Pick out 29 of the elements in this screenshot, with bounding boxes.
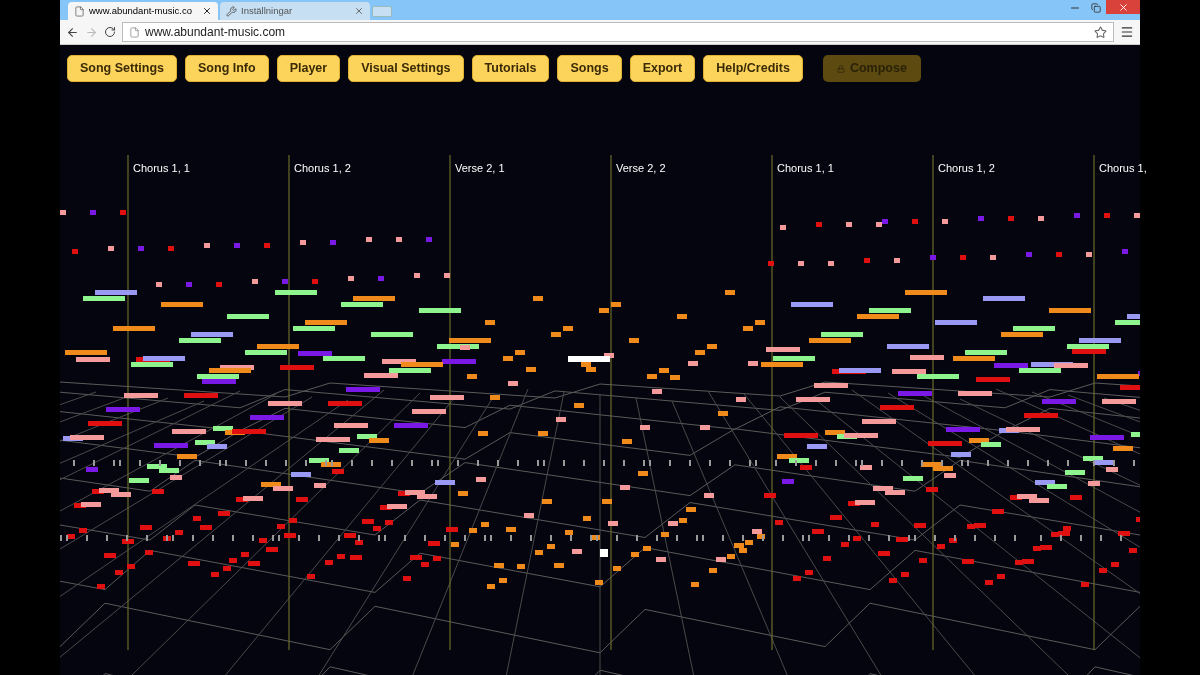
menu-button[interactable]: Player — [276, 55, 341, 82]
close-icon — [1117, 1, 1129, 13]
page-icon — [129, 26, 140, 38]
wrench-icon — [226, 5, 237, 17]
menu-button[interactable]: Songs — [557, 55, 622, 82]
menu-button[interactable]: Song Info — [185, 55, 269, 82]
menu-button[interactable]: Visual Settings — [348, 55, 464, 82]
browser-tab[interactable]: www.abundant-music.co — [68, 2, 218, 20]
menu-button[interactable]: Song Settings — [67, 55, 178, 82]
address-field[interactable]: www.abundant-music.com — [122, 22, 1114, 42]
section-label: Chorus 1, 2 — [294, 161, 351, 176]
section-label: Chorus 1, 1 — [777, 161, 834, 176]
menu-button[interactable]: Tutorials — [471, 55, 550, 82]
section-label: Verse 2, 2 — [616, 161, 666, 176]
close-tab-icon[interactable] — [202, 6, 212, 16]
back-icon[interactable] — [66, 25, 79, 39]
browser-tab[interactable]: Inställningar — [220, 2, 370, 20]
section-label: Chorus 1, 2 — [938, 161, 995, 176]
lock-icon — [836, 64, 845, 73]
bookmark-star-icon[interactable] — [1094, 25, 1107, 39]
menu-button[interactable]: Export — [629, 55, 696, 82]
restore-icon[interactable] — [1091, 3, 1101, 13]
section-label: Verse 2, 1 — [455, 161, 505, 176]
reload-icon[interactable] — [104, 26, 116, 38]
menu-icon[interactable] — [1120, 25, 1134, 39]
section-label: Chorus 1, — [1099, 161, 1147, 176]
menu-button[interactable]: Help/Credits — [703, 55, 803, 82]
section-label: Chorus 1, 1 — [133, 161, 190, 176]
page-icon — [74, 5, 85, 17]
